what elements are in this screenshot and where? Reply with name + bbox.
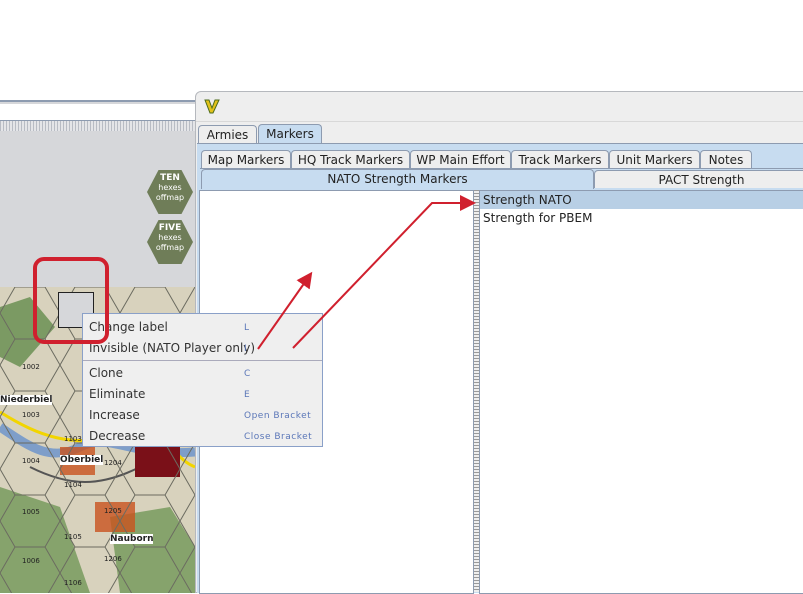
menu-item-decrease[interactable]: Decrease — [89, 429, 145, 443]
tab-nato-strength-markers[interactable]: NATO Strength Markers — [201, 169, 594, 189]
hex-label: 1206 — [104, 555, 122, 563]
right-piece-list[interactable]: Strength NATO Strength for PBEM — [479, 190, 803, 594]
tab-unit-markers[interactable]: Unit Markers — [609, 150, 700, 168]
button-line: hexes — [158, 233, 181, 242]
hex-label: 1005 — [22, 508, 40, 516]
menu-item-eliminate[interactable]: Eliminate — [89, 387, 145, 401]
menu-item-clone[interactable]: Clone — [89, 366, 123, 380]
hex-label: 1004 — [22, 457, 40, 465]
tab-armies[interactable]: Armies — [198, 125, 257, 143]
town-label: Nauborn — [110, 534, 153, 544]
tab-map-markers[interactable]: Map Markers — [201, 150, 291, 168]
map-splitter[interactable] — [0, 121, 195, 131]
map-toolbar — [0, 104, 195, 121]
town-label: Niederbiel — [0, 395, 52, 405]
tab-track-markers[interactable]: Track Markers — [511, 150, 609, 168]
menu-separator — [83, 360, 322, 361]
menu-accelerator: L — [244, 323, 250, 333]
menu-accelerator: Close Bracket — [244, 432, 312, 442]
menu-item-increase[interactable]: Increase — [89, 408, 140, 422]
town-label: Oberbiel — [60, 455, 103, 465]
hex-label: 1103 — [64, 435, 82, 443]
hex-label: 1006 — [22, 557, 40, 565]
menu-item-change-label[interactable]: Change label — [89, 320, 168, 334]
tab-notes[interactable]: Notes — [700, 150, 752, 168]
button-title: FIVE — [147, 223, 193, 233]
menu-accelerator: Open Bracket — [244, 411, 311, 421]
hex-label: 1002 — [22, 363, 40, 371]
list-item-strength-pbem[interactable]: Strength for PBEM — [480, 209, 803, 227]
five-hexes-offmap-button[interactable]: FIVEhexesoffmap — [147, 220, 193, 264]
vassal-logo-icon — [204, 98, 220, 114]
ten-hexes-offmap-button[interactable]: TENhexesoffmap — [147, 170, 193, 214]
menu-item-invisible[interactable]: Invisible (NATO Player only) — [89, 341, 255, 355]
button-line: offmap — [156, 193, 184, 202]
tab-wp-main-effort[interactable]: WP Main Effort — [410, 150, 511, 168]
menu-accelerator: E — [244, 390, 250, 400]
hex-label: 1205 — [104, 507, 122, 515]
hex-label: 1106 — [64, 579, 82, 587]
button-line: offmap — [156, 243, 184, 252]
hex-label: 1003 — [22, 411, 40, 419]
hex-label: 1204 — [104, 459, 122, 467]
tab-pact-strength[interactable]: PACT Strength — [594, 170, 803, 188]
tab-hq-track-markers[interactable]: HQ Track Markers — [291, 150, 410, 168]
menu-accelerator: C — [244, 369, 251, 379]
tab-markers[interactable]: Markers — [258, 124, 322, 144]
hex-label: 1105 — [64, 533, 82, 541]
button-line: hexes — [158, 183, 181, 192]
menu-accelerator: I — [244, 344, 247, 354]
button-title: TEN — [147, 173, 193, 183]
context-menu: Change label L Invisible (NATO Player onl… — [82, 313, 323, 447]
list-item-strength-nato[interactable]: Strength NATO — [480, 191, 803, 209]
hex-label: 1104 — [64, 481, 82, 489]
